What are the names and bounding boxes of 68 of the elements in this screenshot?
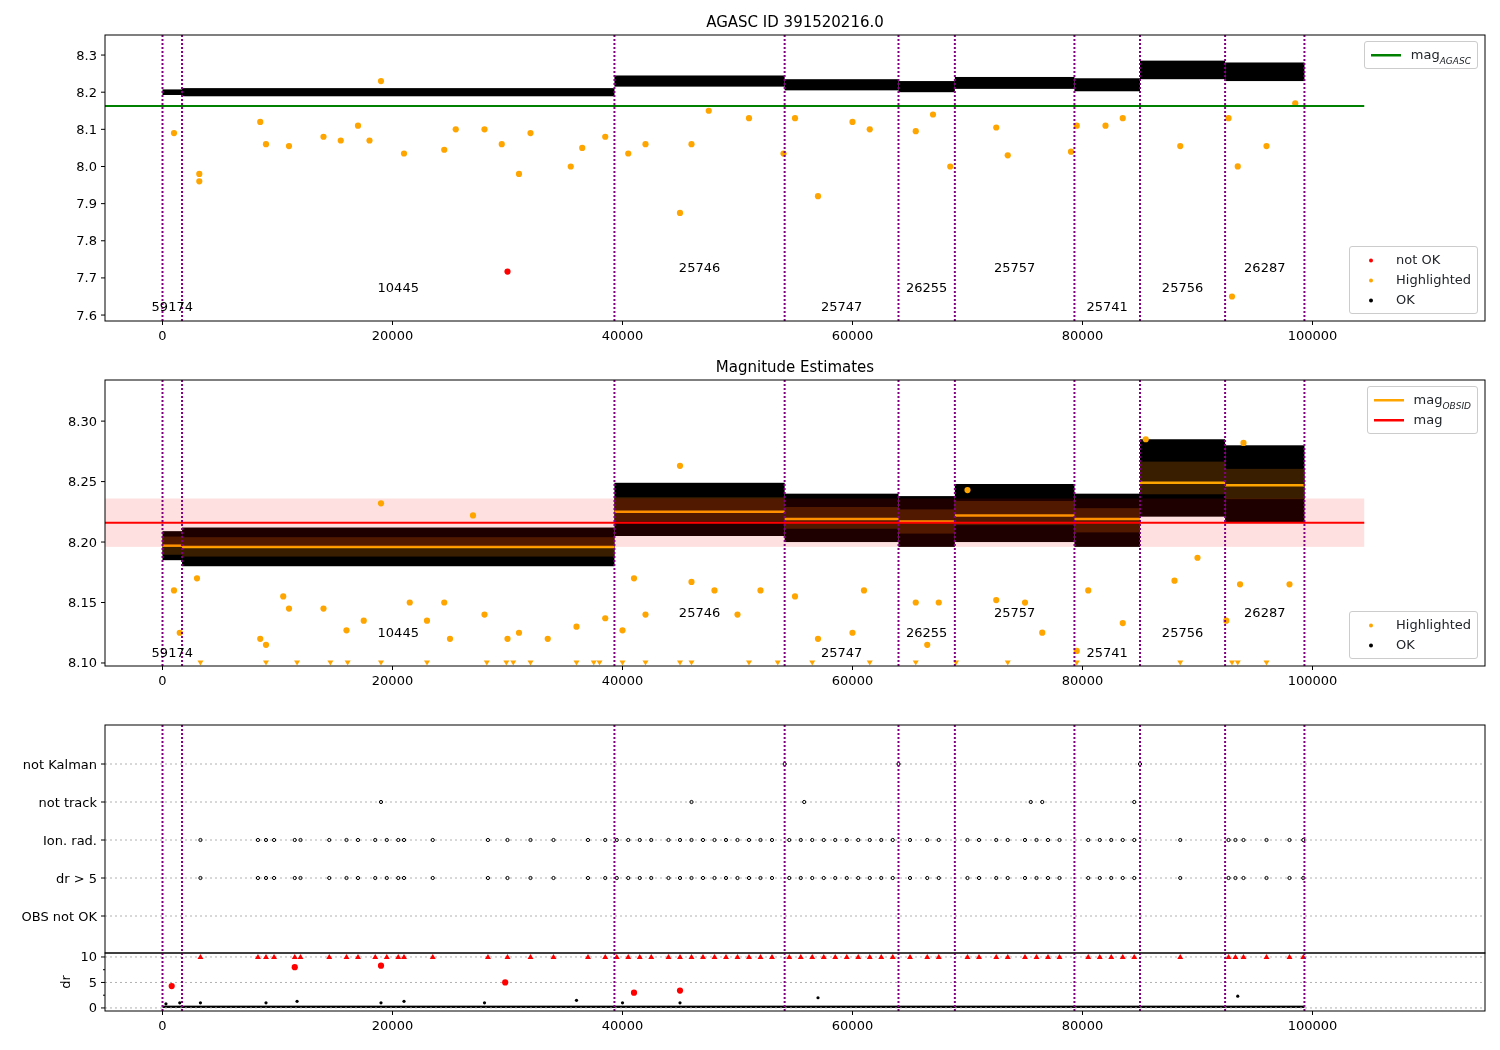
obsid-label: 59174 [151,299,193,315]
legend-label: OK [1396,636,1415,654]
obsid-label: 25741 [1086,644,1128,660]
y-tick-label: 8.30 [68,413,97,429]
obsid-label: 25757 [993,604,1036,620]
legend-label: mag$_{AGASC}$ [1410,46,1471,65]
y-tick-label: 7.9 [76,196,97,212]
legend-label: mag [1413,411,1443,429]
obsid-label: 25757 [993,259,1036,275]
flag-row-label: not Kalman [22,756,97,772]
x-tick-label: 0 [158,673,167,688]
obsid-label: 25747 [820,299,863,315]
legend-label: Highlighted [1396,616,1471,634]
obsid-label: 25746 [678,259,721,275]
x-tick-label: 80000 [1061,1018,1104,1033]
x-tick-label: 100000 [1287,1018,1338,1033]
y-tick-label: 8.10 [68,655,97,671]
y-tick-label: 8.20 [68,534,97,550]
legend-label: Highlighted [1396,271,1471,289]
y-axis-label: dr [58,975,73,989]
x-tick-label: 80000 [1061,673,1104,688]
y-tick-label: 10 [80,949,97,965]
x-tick-label: 60000 [831,328,874,343]
obsid-label: 25756 [1161,279,1204,295]
x-tick-label: 80000 [1061,328,1104,343]
obsid-label: 10445 [377,279,419,295]
x-tick-label: 100000 [1287,673,1338,688]
y-tick-label: 7.6 [76,307,97,323]
legend-label: mag$_{OBSID}$ [1413,391,1471,410]
y-tick-label: 7.7 [76,270,97,286]
obsid-label: 10445 [377,624,419,640]
x-tick-label: 40000 [601,328,644,343]
y-tick-label: 8.0 [76,159,97,174]
obsid-label: 26255 [906,279,948,295]
x-tick-label: 40000 [601,673,644,688]
x-tick-label: 0 [158,1018,167,1033]
obsid-label: 26287 [1244,259,1286,275]
x-tick-label: 20000 [371,1018,414,1033]
x-tick-label: 40000 [601,1018,644,1033]
x-tick-label: 20000 [371,673,414,688]
flag-row-label: not track [38,794,97,810]
y-tick-label: 8.2 [76,84,97,100]
x-tick-label: 60000 [831,1018,874,1033]
y-tick-label: 8.3 [76,47,97,63]
flag-row-label: Ion. rad. [43,832,97,848]
y-tick-label: 8.1 [76,121,97,137]
x-tick-label: 100000 [1287,328,1338,343]
obsid-label: 26255 [906,624,948,640]
flag-row-label: OBS not OK [21,908,97,924]
x-tick-label: 0 [158,328,167,343]
x-tick-label: 20000 [371,328,414,343]
legend-label: OK [1396,291,1415,309]
y-tick-label: 7.8 [76,233,97,249]
obsid-label: 25746 [678,604,721,620]
obsid-label: 25741 [1086,299,1128,315]
obsid-label: 25756 [1161,624,1204,640]
obsid-label: 26287 [1244,604,1286,620]
obsid-label: 25747 [820,644,863,660]
obsid-label: 59174 [151,644,193,660]
y-tick-label: 5 [88,974,97,990]
legend-label: not OK [1396,251,1441,269]
chart-title: Magnitude Estimates [715,358,875,376]
x-tick-label: 60000 [831,673,874,688]
y-tick-label: 8.25 [68,474,97,490]
chart-title: AGASC ID 391520216.0 [706,13,884,31]
y-tick-label: 0 [88,1000,97,1016]
y-tick-label: 8.15 [68,595,97,610]
flag-row-label: dr > 5 [55,870,97,886]
